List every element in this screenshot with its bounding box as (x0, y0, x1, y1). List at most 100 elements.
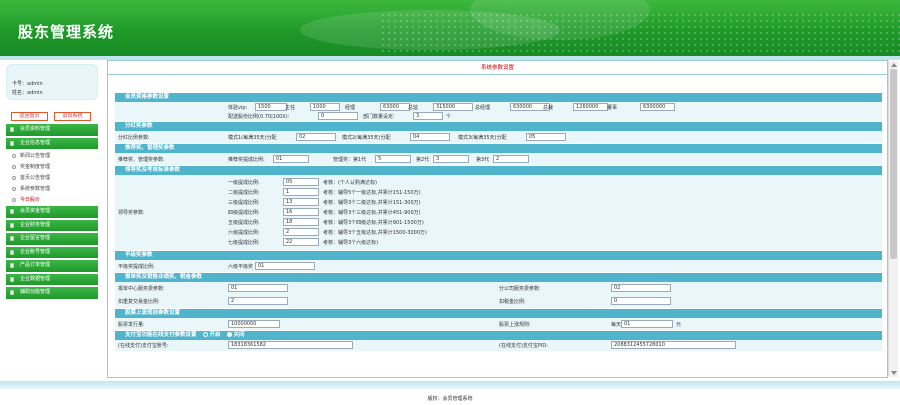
stock-issue-input[interactable]: 10000000 (228, 320, 280, 328)
settings-form: 会员资格参数设置 体验vip: 1500 主任 1000 经理 63000 总监 315000 总… (115, 93, 882, 352)
gen3-input[interactable]: 2 (493, 155, 529, 163)
fee-input[interactable]: 01 (228, 284, 288, 292)
stock-issue-label: 股票发行量: (118, 322, 145, 328)
gen1-input[interactable]: 5 (375, 155, 411, 163)
level-label: 总监 (408, 105, 419, 111)
sidebar-subitem[interactable]: 新闻公告管理 (6, 151, 98, 162)
leadership-note: 考核：辅导3个三级达标,并累计451-900万) (323, 210, 421, 216)
section-alipay: 支付宝功能在线支付参数设置 开启 关闭 (115, 331, 882, 340)
folder-icon (10, 222, 14, 228)
vertical-scrollbar[interactable] (888, 61, 898, 377)
leadership-level-label: 六级提成比例: (228, 230, 260, 236)
level-input[interactable]: 315000 (433, 103, 473, 111)
dept-label: 部门数量设定: (363, 114, 395, 120)
radio-on-icon[interactable] (202, 332, 208, 337)
fee-input[interactable]: 0 (611, 297, 671, 305)
stock-rule-label: 股票上涨规则: (499, 322, 531, 328)
sidebar-item[interactable]: 企业留言管理 (6, 233, 98, 245)
sidebar-item-label: 会员资金管理 (20, 208, 51, 214)
sidebar-subitem[interactable]: 奖金制度管理 (6, 162, 98, 173)
dividend-mode-label: 模式3(每满35天)分配 (458, 135, 507, 141)
bullet-icon (12, 198, 16, 202)
sidebar-subitem-label: 今日股价 (20, 197, 41, 203)
level-input[interactable]: 1260000 (573, 103, 608, 111)
sidebar-item[interactable]: 会员资料管理 (6, 124, 98, 136)
level-label: 总经理 (475, 105, 491, 111)
leadership-level-input[interactable]: 05 (283, 178, 319, 186)
fee-input[interactable]: 02 (611, 284, 671, 292)
leadership-level-label: 七级提成比例: (228, 240, 260, 246)
gen2-input[interactable]: 3 (433, 155, 469, 163)
section-peer: 平级奖参数 (115, 251, 882, 260)
dividend-mode-input[interactable]: 05 (526, 133, 566, 141)
sidebar-subitem[interactable]: 今日股价 (6, 195, 98, 206)
level-label: 总裁 (543, 105, 554, 111)
radio-off-icon[interactable] (226, 332, 232, 337)
scroll-down-icon[interactable] (891, 371, 897, 375)
level-label: 主任 (285, 105, 296, 111)
sidebar-subitem-label: 奖金制度管理 (20, 164, 51, 170)
scroll-up-icon[interactable] (891, 63, 897, 67)
leadership-level-input[interactable]: 16 (283, 208, 319, 216)
back-home-button[interactable]: 返回首页 (11, 112, 48, 121)
bullet-icon (12, 187, 16, 191)
recommend-input[interactable]: 01 (273, 155, 309, 163)
sidebar-subitem-label: 系统参数管理 (20, 186, 51, 192)
page-title: 系统参数设置 (108, 61, 887, 75)
leadership-level-input[interactable]: 2 (283, 228, 319, 236)
sidebar-item[interactable]: 企业信息管理 (6, 137, 98, 149)
bullet-icon (12, 176, 16, 180)
sidebar-item[interactable]: 企业财务管理 (6, 219, 98, 231)
fee-label: 扣税金比例: (499, 299, 526, 305)
level-input[interactable]: 1500 (255, 103, 287, 111)
app-header: 股东管理系统 (0, 0, 900, 56)
leadership-note: 考核：辅导3个二级达标,并累计151-300万) (323, 200, 421, 206)
referral-row: 推荐奖、管理奖参数: 推荐奖提成比例: 01 管理奖：第1代 5 第2代 3 第3代 2 (115, 153, 882, 166)
sidebar-item[interactable]: 辅助功能管理 (6, 287, 98, 299)
dept-input[interactable]: 3 (413, 112, 443, 120)
footer-text: 版权：会员管理系统 (427, 396, 473, 402)
sidebar-item-label: 产品订单管理 (20, 262, 51, 268)
level-input[interactable]: 6300000 (640, 103, 675, 111)
footer-bar (0, 381, 900, 389)
logout-button[interactable]: 退出系统 (54, 112, 91, 121)
bullet-icon (12, 154, 16, 158)
sidebar-item[interactable]: 企业账号管理 (6, 246, 98, 258)
leadership-note: 考核：辅导3个五级达标,并累计1500-3000万) (323, 230, 427, 236)
sidebar-item-label: 企业账号管理 (20, 248, 51, 255)
sidebar-subitem[interactable]: 系统参数管理 (6, 184, 98, 195)
sidebar-item-label: 会员资料管理 (20, 126, 51, 132)
sidebar-item[interactable]: 会员资金管理 (6, 206, 98, 218)
sidebar-item[interactable]: 企业数据管理 (6, 273, 98, 285)
level-label: 经理 (345, 105, 356, 111)
fee-input[interactable]: 2 (228, 297, 288, 305)
section-stock: 股票上涨规则参数设置 (115, 309, 882, 318)
leadership-level-label: 五级提成比例: (228, 220, 260, 226)
manager-label: 管理奖：第1代 (333, 157, 367, 163)
ratio-input[interactable]: 0 (318, 112, 358, 120)
folder-icon (10, 276, 14, 282)
alipay-account-input[interactable]: 18318361582 (228, 341, 353, 349)
app-title: 股东管理系统 (18, 23, 115, 41)
level-input[interactable]: 1000 (310, 103, 340, 111)
dividend-row: 分红比例参数: 模式1(每满35天)分配 02 模式2(每满35天)分配 04 模式3(每… (115, 131, 882, 144)
peer-input[interactable]: 01 (255, 262, 315, 270)
leadership-label: 领导奖参数: (118, 210, 145, 216)
leadership-level-input[interactable]: 13 (283, 198, 319, 206)
dividend-mode-label: 模式2(每满35天)分配 (342, 135, 391, 141)
leadership-level-input[interactable]: 18 (283, 218, 319, 226)
dividend-mode-input[interactable]: 04 (410, 133, 450, 141)
sidebar-subitem[interactable]: 首页公告管理 (6, 173, 98, 184)
level-input[interactable]: 63000 (380, 103, 410, 111)
leadership-level-input[interactable]: 1 (283, 188, 319, 196)
dividend-mode-input[interactable]: 02 (296, 133, 336, 141)
scroll-thumb[interactable] (890, 69, 897, 259)
dept-unit: 个 (446, 114, 452, 120)
footer: 版权：会员管理系统 (0, 381, 900, 405)
sidebar-subitem-label: 新闻公告管理 (20, 153, 51, 159)
stock-rule-input[interactable]: 01 (621, 320, 673, 328)
alipay-pid-input[interactable]: 2088312455728010 (611, 341, 736, 349)
leadership-level-label: 三级提成比例: (228, 200, 260, 206)
sidebar-item[interactable]: 产品订单管理 (6, 260, 98, 272)
leadership-level-input[interactable]: 22 (283, 238, 319, 246)
